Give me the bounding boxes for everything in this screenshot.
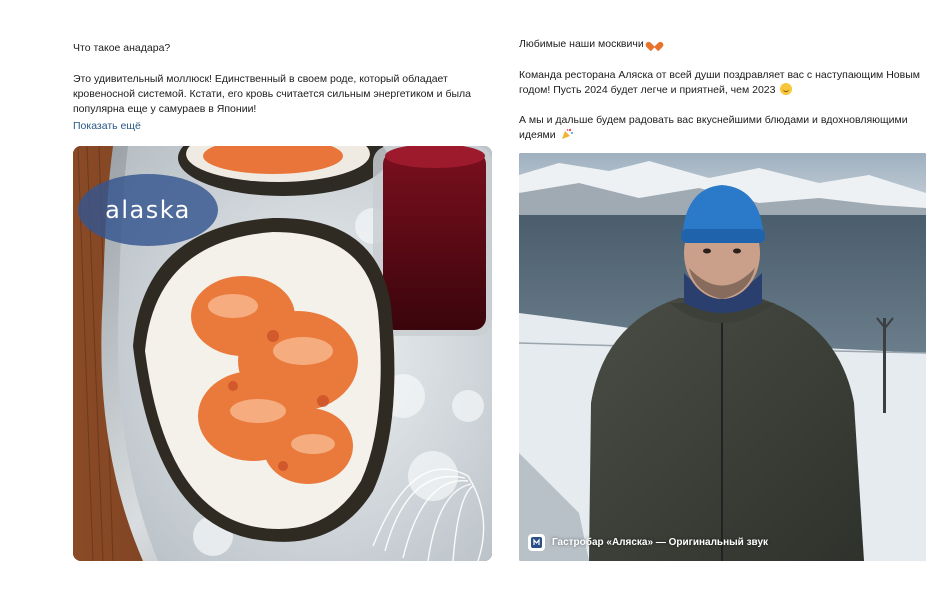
alaska-logo-badge: alaska — [78, 174, 218, 246]
alaska-logo-text: alaska — [105, 196, 191, 224]
man-by-fjord-illustration — [519, 153, 926, 561]
smiling-face-icon — [780, 83, 793, 95]
greeting-text: Любимые наши москвичи — [519, 38, 644, 50]
audio-label: Гастробар «Аляска» — Оригинальный звук — [552, 537, 769, 548]
party-popper-icon — [561, 128, 573, 140]
orange-heart-icon — [649, 38, 660, 48]
post-body: Это удивительный моллюск! Единственный в… — [73, 73, 471, 115]
post-image-anadara[interactable]: alaska — [73, 146, 492, 561]
paragraph-2-text: А мы и дальше будем радовать вас вкусней… — [519, 114, 908, 141]
audio-source-icon — [528, 534, 545, 551]
audio-attribution[interactable]: Гастробар «Аляска» — Оригинальный звук — [528, 534, 768, 551]
show-more-link[interactable]: Показать ещё — [73, 120, 141, 132]
post-greeting: Любимые наши москвичи — [519, 37, 929, 52]
post-video-thumbnail[interactable]: Гастробар «Аляска» — Оригинальный звук — [519, 153, 926, 561]
post-paragraph-1: Команда ресторана Аляска от всей души по… — [519, 68, 929, 98]
paragraph-1-text: Команда ресторана Аляска от всей души по… — [519, 69, 920, 96]
post-title: Что такое анадара? — [73, 42, 171, 54]
post-paragraph-2: А мы и дальше будем радовать вас вкусней… — [519, 113, 929, 143]
